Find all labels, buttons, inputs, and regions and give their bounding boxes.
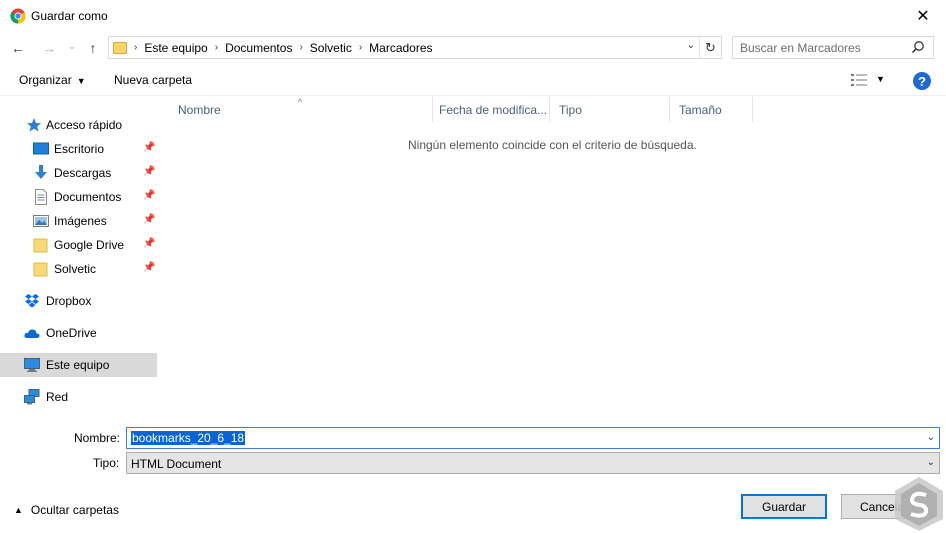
hide-folders-button[interactable]: ▲ Ocultar carpetas	[14, 503, 119, 517]
sidebar-item-onedrive[interactable]: OneDrive	[0, 321, 157, 345]
sidebar-item-documentos[interactable]: Documentos 📌	[0, 185, 157, 209]
network-icon	[24, 389, 40, 405]
refresh-icon: ↻	[705, 39, 716, 55]
refresh-button[interactable]: ↻	[699, 37, 721, 58]
view-details-icon[interactable]	[851, 74, 867, 86]
computer-icon	[24, 358, 40, 372]
command-toolbar: Organizar ▼ Nueva carpeta ▼ ?	[0, 66, 946, 96]
breadcrumb-separator[interactable]: ›	[299, 42, 302, 53]
sidebar-item-label: Imágenes	[54, 214, 107, 228]
document-icon	[35, 189, 47, 205]
organize-label: Organizar	[19, 73, 72, 87]
chevron-down-icon: ⌄	[67, 40, 77, 52]
caret-up-icon: ▲	[14, 505, 23, 515]
breadcrumb-documentos[interactable]: Documentos	[225, 41, 292, 55]
recent-locations-button[interactable]: ⌄	[63, 37, 81, 55]
forward-button[interactable]: →	[40, 39, 58, 57]
close-button[interactable]: ✕	[900, 0, 946, 31]
navigation-bar: ← → ⌄ ↑ › Este equipo › Documentos › Sol…	[0, 34, 946, 62]
file-type-select[interactable]: HTML Document ⌄	[126, 452, 940, 474]
chevron-down-icon[interactable]: ⌄	[927, 432, 935, 443]
sidebar-item-label: Este equipo	[46, 358, 110, 372]
pin-icon[interactable]: 📌	[143, 166, 155, 177]
arrow-right-icon: →	[42, 40, 56, 56]
breadcrumb-separator[interactable]: ›	[215, 42, 218, 53]
sidebar-item-red[interactable]: Red	[0, 385, 157, 409]
address-bar[interactable]: › Este equipo › Documentos › Solvetic › …	[108, 36, 722, 59]
address-dropdown-icon[interactable]: ⌄	[687, 40, 695, 51]
hide-folders-label: Ocultar carpetas	[30, 503, 119, 517]
window-title: Guardar como	[31, 8, 108, 23]
sidebar-item-label: Red	[46, 390, 69, 404]
file-name-input[interactable]: bookmarks_20_6_18 ⌄	[126, 427, 940, 449]
pin-icon[interactable]: 📌	[143, 238, 155, 249]
search-icon[interactable]	[911, 40, 925, 54]
folder-icon	[33, 262, 48, 277]
pin-icon[interactable]: 📌	[143, 190, 155, 201]
up-button[interactable]: ↑	[84, 39, 102, 57]
empty-folder-message: Ningún elemento coincide con el criterio…	[408, 138, 697, 152]
sidebar-item-solvetic[interactable]: Solvetic 📌	[0, 257, 157, 281]
sidebar-item-label: Documentos	[54, 190, 122, 204]
cloud-icon	[24, 329, 40, 338]
column-header-name[interactable]: Nombre	[168, 97, 433, 122]
file-name-value[interactable]: bookmarks_20_6_18	[131, 431, 246, 445]
arrow-left-icon: ←	[11, 40, 25, 56]
back-button[interactable]: ←	[9, 39, 27, 57]
sidebar-item-descargas[interactable]: Descargas 📌	[0, 161, 157, 185]
sidebar-item-acceso-rapido[interactable]: Acceso rápido	[0, 113, 157, 137]
chevron-down-icon[interactable]: ⌄	[927, 457, 935, 468]
arrow-up-icon: ↑	[89, 40, 97, 56]
sidebar-item-label: OneDrive	[46, 326, 97, 340]
breadcrumb-separator[interactable]: ›	[359, 42, 362, 53]
desktop-icon	[33, 142, 49, 155]
title-bar: Guardar como ✕	[0, 0, 946, 31]
sidebar-item-label: Acceso rápido	[46, 118, 123, 132]
download-icon	[35, 165, 47, 179]
sidebar-item-google-drive[interactable]: Google Drive 📌	[0, 233, 157, 257]
pin-icon[interactable]: 📌	[143, 142, 155, 153]
pin-icon[interactable]: 📌	[143, 262, 155, 273]
view-options-caret-icon[interactable]: ▼	[876, 74, 885, 84]
pin-icon[interactable]: 📌	[143, 214, 155, 225]
dropbox-icon	[25, 294, 39, 308]
close-icon: ✕	[916, 7, 930, 25]
search-box[interactable]	[732, 36, 934, 59]
breadcrumb-este-equipo[interactable]: Este equipo	[144, 41, 207, 55]
sidebar-item-label: Solvetic	[54, 262, 97, 276]
pictures-icon	[33, 215, 49, 227]
caret-down-icon: ▼	[76, 76, 86, 86]
column-header-size[interactable]: Tamaño	[669, 97, 753, 122]
breadcrumb-solvetic[interactable]: Solvetic	[310, 41, 352, 55]
help-icon: ?	[918, 73, 926, 89]
save-button[interactable]: Guardar	[741, 494, 827, 519]
column-header-date[interactable]: Fecha de modifica...	[429, 97, 550, 122]
sidebar-item-label: Google Drive	[54, 238, 125, 252]
dialog-footer: ▲ Ocultar carpetas Guardar Cancelar	[0, 490, 946, 533]
star-icon	[27, 118, 41, 132]
sidebar-item-label: Dropbox	[46, 294, 92, 308]
sidebar-item-label: Descargas	[54, 166, 112, 180]
sidebar-item-escritorio[interactable]: Escritorio 📌	[0, 137, 157, 161]
folder-icon	[113, 41, 127, 54]
column-header-type[interactable]: Tipo	[549, 97, 670, 122]
breadcrumb-separator: ›	[134, 42, 138, 53]
sidebar-item-imagenes[interactable]: Imágenes 📌	[0, 209, 157, 233]
navigation-pane: Acceso rápido Escritorio 📌 Descargas 📌 D…	[0, 97, 160, 420]
breadcrumb-marcadores[interactable]: Marcadores	[369, 41, 432, 55]
help-button[interactable]: ?	[913, 72, 931, 90]
file-type-value: HTML Document	[131, 457, 222, 471]
sidebar-item-dropbox[interactable]: Dropbox	[0, 289, 157, 313]
solvetic-logo-icon	[895, 477, 943, 531]
sidebar-item-label: Escritorio	[54, 142, 105, 156]
new-folder-button[interactable]: Nueva carpeta	[114, 73, 192, 87]
file-name-label: Nombre:	[74, 431, 121, 445]
folder-icon	[33, 238, 48, 253]
sidebar-item-este-equipo[interactable]: Este equipo	[0, 353, 157, 377]
organize-button[interactable]: Organizar ▼	[19, 73, 86, 87]
file-type-label: Tipo:	[93, 456, 120, 470]
chrome-icon	[10, 8, 26, 24]
search-input[interactable]	[740, 40, 905, 55]
